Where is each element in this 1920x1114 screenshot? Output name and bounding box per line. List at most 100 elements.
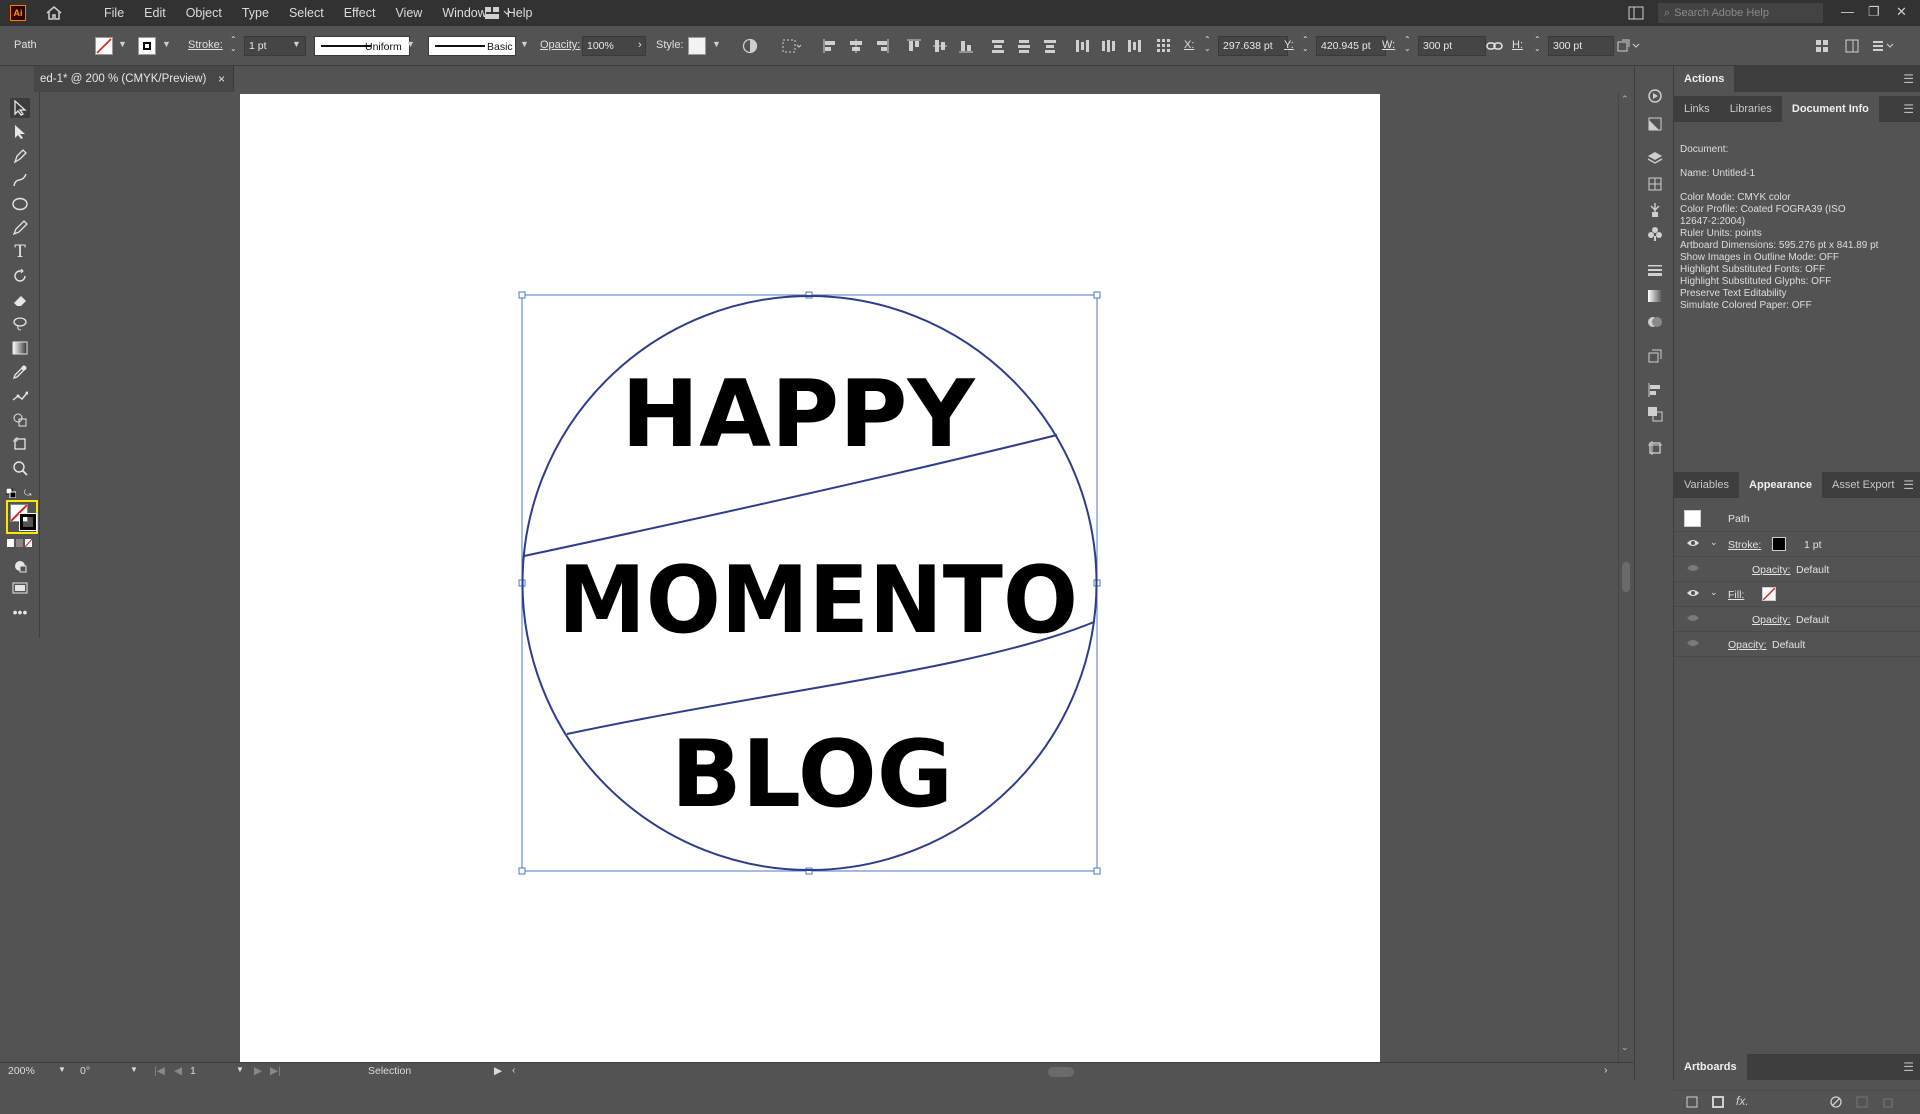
add-new-effect-icon[interactable]: fx. <box>1736 1094 1749 1108</box>
artboard-tool-icon[interactable] <box>10 434 30 454</box>
graphic-style-swatch[interactable] <box>688 37 706 55</box>
rotation-dropdown-icon[interactable]: ▼ <box>130 1065 138 1074</box>
appearance-stroke-opacity-row[interactable]: Opacity: Default <box>1674 557 1920 582</box>
direct-selection-tool-icon[interactable] <box>10 122 30 142</box>
menu-view[interactable]: View <box>385 6 432 20</box>
appearance-fill-label[interactable]: Fill: <box>1728 589 1744 601</box>
align-to-icon[interactable] <box>782 38 802 54</box>
pencil-tool-icon[interactable] <box>10 218 30 238</box>
actions-panel-icon[interactable] <box>1647 88 1663 104</box>
vertical-scroll-thumb[interactable] <box>1622 562 1630 592</box>
align-bottom-icon[interactable] <box>958 38 974 54</box>
horizontal-scroll-thumb[interactable] <box>1048 1067 1074 1077</box>
tab-asset-export[interactable]: Asset Export <box>1822 472 1904 498</box>
scroll-down-icon[interactable]: ⌄ <box>1621 1042 1629 1053</box>
align-left-icon[interactable] <box>822 38 838 54</box>
close-tab-icon[interactable]: × <box>218 72 225 86</box>
eraser-tool-icon[interactable] <box>10 290 30 310</box>
brush-dropdown-icon[interactable]: ▼ <box>520 39 529 49</box>
h-stepper-icon[interactable]: ⌃ ⌄ <box>1534 35 1541 53</box>
curvature-tool-icon[interactable] <box>10 170 30 190</box>
reference-point-icon[interactable] <box>1156 38 1172 54</box>
align-top-icon[interactable] <box>906 38 922 54</box>
stroke-panel-icon[interactable] <box>1647 262 1663 278</box>
scroll-up-icon[interactable]: ⌃ <box>1621 94 1629 105</box>
properties-panel-icon[interactable] <box>1647 176 1663 192</box>
constrain-proportions-icon[interactable] <box>1486 38 1503 54</box>
transform-panel-icon[interactable] <box>1647 348 1663 364</box>
workspace-switcher-icon[interactable] <box>484 6 512 20</box>
pen-tool-icon[interactable] <box>10 146 30 166</box>
vertical-scrollbar[interactable]: ⌃ ⌄ <box>1618 92 1632 1062</box>
duplicate-item-icon[interactable] <box>1856 1096 1868 1111</box>
stroke-swatch[interactable] <box>138 37 156 55</box>
panel-toggle-icon[interactable] <box>1628 6 1644 20</box>
appearance-object-row[interactable]: Path <box>1674 504 1920 532</box>
menu-edit[interactable]: Edit <box>134 6 176 20</box>
rotation-value[interactable]: 0° <box>80 1065 90 1077</box>
type-tool-icon[interactable]: T <box>10 242 30 262</box>
distribute-hcenter-icon[interactable] <box>1100 38 1116 54</box>
rotate-tool-icon[interactable] <box>10 266 30 286</box>
recolor-artwork-icon[interactable] <box>742 38 758 54</box>
object-opacity-eye-icon[interactable] <box>1686 638 1700 651</box>
distribute-center-icon[interactable] <box>1016 38 1032 54</box>
opacity-label[interactable]: Opacity: <box>540 39 580 51</box>
zoom-level[interactable]: 200% <box>8 1065 35 1077</box>
default-colors-icon[interactable] <box>5 487 17 499</box>
zoom-tool-icon[interactable] <box>10 458 30 478</box>
appearance-object-opacity-row[interactable]: Opacity: Default <box>1674 632 1920 657</box>
draw-mode-icon[interactable] <box>10 556 30 576</box>
navigator-panel-icon[interactable] <box>1647 116 1663 132</box>
fill-expand-icon[interactable]: ⌄ <box>1710 587 1718 598</box>
minimize-icon[interactable]: — <box>1841 4 1854 19</box>
delete-item-icon[interactable] <box>1882 1096 1894 1111</box>
appearance-stroke-row[interactable]: ⌄ Stroke: 1 pt <box>1674 532 1920 557</box>
menu-type[interactable]: Type <box>232 6 279 20</box>
artboards-panel-icon[interactable] <box>1647 440 1663 456</box>
stroke-opacity-label[interactable]: Opacity: <box>1752 564 1791 576</box>
appearance-fill-row[interactable]: ⌄ Fill: <box>1674 582 1920 607</box>
document-tab[interactable]: ed-1* @ 200 % (CMYK/Preview) × <box>34 66 234 92</box>
align-center-icon[interactable] <box>848 38 864 54</box>
home-icon[interactable] <box>44 4 64 22</box>
actions-panel-menu-icon[interactable]: ☰ <box>1903 72 1914 86</box>
ellipse-tool-icon[interactable] <box>10 194 30 214</box>
menu-select[interactable]: Select <box>279 6 334 20</box>
opacity-arrow-icon[interactable]: › <box>638 39 642 51</box>
tab-links[interactable]: Links <box>1674 96 1720 122</box>
artboard[interactable]: HAPPY MOMENTO BLOG <box>240 94 1380 1064</box>
menu-effect[interactable]: Effect <box>334 6 386 20</box>
align-panel-icon[interactable] <box>1647 382 1663 398</box>
distribute-bottom-icon[interactable] <box>1042 38 1058 54</box>
style-dropdown-icon[interactable]: ▼ <box>712 39 721 49</box>
control-menu-icon[interactable] <box>1872 38 1894 54</box>
appearance-stroke-label[interactable]: Stroke: <box>1728 539 1761 551</box>
add-new-stroke-icon[interactable] <box>1712 1096 1724 1111</box>
previous-artboard-icon[interactable]: ◀ <box>174 1065 182 1077</box>
last-artboard-icon[interactable]: ▶| <box>270 1065 281 1077</box>
status-menu-arrow-icon[interactable]: ▶ <box>494 1065 502 1077</box>
artboard-dropdown-icon[interactable]: ▼ <box>236 1065 244 1074</box>
stroke-visibility-eye-icon[interactable] <box>1686 538 1700 551</box>
close-window-icon[interactable]: ✕ <box>1896 4 1907 20</box>
stroke-opacity-eye-icon[interactable] <box>1686 563 1700 576</box>
fill-visibility-eye-icon[interactable] <box>1686 588 1700 601</box>
fill-swatch[interactable] <box>95 37 113 55</box>
appearance-menu-icon[interactable]: ☰ <box>1903 478 1914 492</box>
properties-toggle-icon[interactable] <box>1844 38 1860 54</box>
align-middle-icon[interactable] <box>932 38 948 54</box>
stroke-weight-dropdown-icon[interactable]: ▼ <box>292 39 301 49</box>
h-field[interactable]: 300 pt <box>1548 36 1614 56</box>
tab-appearance[interactable]: Appearance <box>1739 472 1823 498</box>
y-label[interactable]: Y: <box>1284 39 1294 51</box>
scroll-left-icon[interactable]: ‹ <box>512 1064 516 1076</box>
stroke-expand-icon[interactable]: ⌄ <box>1710 537 1718 548</box>
stroke-stepper-icon[interactable]: ⌃ ⌄ <box>230 35 237 53</box>
brush-definition[interactable]: Basic <box>428 36 516 56</box>
w-stepper-icon[interactable]: ⌃ ⌄ <box>1404 35 1411 53</box>
scroll-right-icon[interactable]: › <box>1604 1064 1608 1076</box>
appearance-stroke-value[interactable]: 1 pt <box>1804 539 1822 551</box>
gradient-panel-icon[interactable] <box>1647 288 1663 304</box>
search-help-input[interactable]: ⌕ Search Adobe Help <box>1658 3 1823 23</box>
